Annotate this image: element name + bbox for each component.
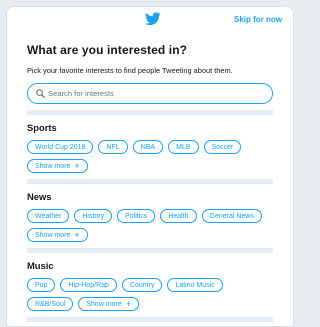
search-box[interactable]: [27, 83, 273, 104]
chip-list: Pop Hip-Hop/Rap Country Latino Music R&B…: [27, 278, 273, 311]
skip-button[interactable]: Skip for now: [234, 15, 282, 24]
plus-icon: +: [74, 160, 80, 171]
interest-chip[interactable]: Latino Music: [167, 278, 223, 292]
interest-chip[interactable]: World Cup 2018: [27, 140, 94, 154]
interest-chip[interactable]: Hip-Hop/Rap: [60, 278, 117, 292]
page-title: What are you interested in?: [27, 43, 188, 57]
plus-icon: +: [125, 298, 132, 309]
chip-list: Weather History Politics Health General …: [27, 209, 273, 242]
section-title: Sports: [27, 122, 57, 133]
interest-chip[interactable]: General News: [201, 209, 262, 223]
interest-chip[interactable]: Pop: [27, 278, 56, 292]
show-more-button[interactable]: Show more +: [27, 159, 88, 173]
divider: [27, 110, 273, 115]
section-title: News: [27, 191, 52, 202]
interest-chip[interactable]: Politics: [117, 209, 156, 223]
interest-chip[interactable]: NFL: [98, 140, 128, 154]
divider: [27, 317, 273, 322]
section-music: Music Pop Hip-Hop/Rap Country Latino Mus…: [27, 260, 273, 311]
section-news: News Weather History Politics Health Gen…: [27, 191, 273, 242]
chip-list: World Cup 2018 NFL NBA MLB Soccer Show m…: [27, 140, 273, 173]
show-more-button[interactable]: Show more +: [27, 228, 88, 242]
show-more-label: Show more: [86, 300, 122, 308]
section-sports: Sports World Cup 2018 NFL NBA MLB Soccer…: [27, 122, 273, 173]
interest-chip[interactable]: History: [74, 209, 113, 223]
interest-chip[interactable]: Weather: [27, 209, 70, 223]
plus-icon: +: [74, 229, 80, 240]
interest-chip[interactable]: NBA: [132, 140, 164, 154]
interests-dialog: Skip for now What are you interested in?…: [6, 6, 294, 327]
divider: [27, 248, 273, 253]
show-more-label: Show more: [35, 162, 71, 170]
search-icon: [36, 89, 45, 98]
divider: [27, 179, 273, 184]
interest-chip[interactable]: Soccer: [203, 140, 242, 154]
show-more-label: Show more: [35, 231, 71, 239]
interest-chip[interactable]: R&B/Soul: [27, 297, 74, 311]
search-input[interactable]: [48, 86, 248, 101]
interest-chip[interactable]: Health: [160, 209, 197, 223]
twitter-bird-icon: [145, 12, 161, 26]
interest-chip[interactable]: MLB: [168, 140, 199, 154]
show-more-button[interactable]: Show more +: [78, 297, 140, 311]
page-subtitle: Pick your favorite interests to find peo…: [27, 66, 233, 75]
dialog-header: Skip for now: [7, 7, 293, 35]
section-title: Music: [27, 260, 54, 271]
interest-chip[interactable]: Country: [121, 278, 163, 292]
